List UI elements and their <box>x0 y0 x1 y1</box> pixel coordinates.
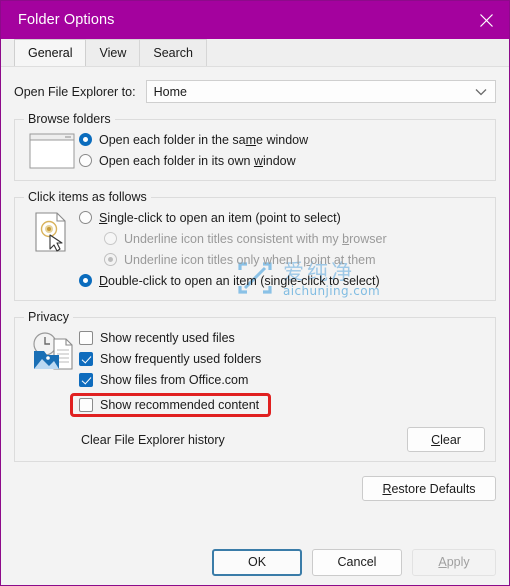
radio-indicator <box>104 253 117 266</box>
checkbox-show-office-files[interactable]: Show files from Office.com <box>79 369 485 390</box>
radio-single-click-label: Single-click to open an item (point to s… <box>99 210 341 225</box>
open-explorer-row: Open File Explorer to: Home <box>14 80 496 103</box>
restore-defaults-accel: R <box>382 481 392 496</box>
radio-underline-on-point: Underline icon titles only when I point … <box>104 249 485 270</box>
radio-open-own-window-label: Open each folder in its own window <box>99 153 296 168</box>
title-bar: Folder Options <box>1 1 509 39</box>
checkbox-show-recently-used-files-label: Show recently used files <box>100 330 235 345</box>
radio-indicator <box>79 133 92 146</box>
apply-accel: A <box>438 555 447 569</box>
radio-indicator <box>79 211 92 224</box>
recent-files-icon <box>25 327 79 373</box>
radio-indicator <box>79 154 92 167</box>
browse-folders-group: Browse folders Open each folder in the s… <box>14 112 496 181</box>
radio-open-own-window[interactable]: Open each folder in its own window <box>79 150 485 171</box>
cancel-button-label: Cancel <box>337 555 377 569</box>
open-explorer-dropdown[interactable]: Home <box>145 80 496 103</box>
checkbox-indicator <box>79 397 93 412</box>
checkbox-show-recommended-content-row: Show recommended content <box>70 392 485 417</box>
checkbox-show-recently-used-files[interactable]: Show recently used files <box>79 327 485 348</box>
apply-button[interactable]: Apply <box>412 548 496 576</box>
tab-general-label: General <box>28 46 73 60</box>
checkbox-show-recommended-content-label: Show recommended content <box>100 397 260 412</box>
radio-double-click-label: Double-click to open an item (single-cli… <box>99 273 380 288</box>
general-tab-panel: 爱纯净 aichunjing.com Open File Explorer to… <box>1 67 509 539</box>
radio-open-same-window[interactable]: Open each folder in the same window <box>79 129 485 150</box>
chevron-down-icon <box>475 85 487 99</box>
checkbox-show-recommended-content[interactable]: Show recommended content <box>79 397 260 412</box>
ok-button-label: OK <box>247 555 267 569</box>
radio-indicator <box>79 274 92 287</box>
restore-defaults-row: Restore Defaults <box>14 476 496 501</box>
radio-underline-on-point-label: Underline icon titles only when I point … <box>124 252 376 267</box>
tab-search[interactable]: Search <box>139 39 207 66</box>
clear-history-row: Clear File Explorer history Clear <box>79 427 485 452</box>
checkbox-show-frequently-used-folders-label: Show frequently used folders <box>100 351 262 366</box>
clear-history-label: Clear File Explorer history <box>81 432 225 447</box>
restore-defaults-button[interactable]: Restore Defaults <box>362 476 496 501</box>
radio-open-same-window-label: Open each folder in the same window <box>99 132 309 147</box>
click-items-legend: Click items as follows <box>24 190 151 204</box>
clear-button[interactable]: Clear <box>407 427 485 452</box>
radio-underline-consistent: Underline icon titles consistent with my… <box>104 228 485 249</box>
radio-indicator <box>104 232 117 245</box>
open-explorer-value: Home <box>153 84 187 99</box>
privacy-legend: Privacy <box>24 310 73 324</box>
click-items-group: Click items as follows Single-click to o… <box>14 190 496 301</box>
cancel-button[interactable]: Cancel <box>312 548 402 576</box>
checkbox-indicator <box>79 351 93 366</box>
radio-double-click[interactable]: Double-click to open an item (single-cli… <box>79 270 485 291</box>
checkbox-show-frequently-used-folders[interactable]: Show frequently used folders <box>79 348 485 369</box>
radio-single-click[interactable]: Single-click to open an item (point to s… <box>79 207 485 228</box>
checkbox-indicator <box>79 330 93 345</box>
window-icon <box>25 129 79 169</box>
restore-defaults-label: estore Defaults <box>391 481 476 496</box>
tab-search-label: Search <box>153 46 193 60</box>
tab-general[interactable]: General <box>14 39 87 66</box>
tab-strip: General View Search <box>1 39 509 67</box>
window-title: Folder Options <box>18 12 115 28</box>
checkbox-show-office-files-label: Show files from Office.com <box>100 372 249 387</box>
checkbox-indicator <box>79 372 93 387</box>
radio-underline-consistent-label: Underline icon titles consistent with my… <box>124 231 387 246</box>
tab-view-label: View <box>99 46 127 60</box>
privacy-group: Privacy Show recently used files Show fr… <box>14 310 496 462</box>
ok-button[interactable]: OK <box>212 548 302 576</box>
close-icon <box>479 13 494 28</box>
tab-view[interactable]: View <box>85 39 141 66</box>
document-pointer-icon <box>25 207 79 253</box>
dialog-footer: OK Cancel Apply <box>1 539 509 585</box>
open-explorer-label: Open File Explorer to: <box>14 84 136 99</box>
apply-button-label: pply <box>446 555 470 569</box>
close-button[interactable] <box>463 1 509 39</box>
clear-button-accel: C <box>431 432 441 447</box>
folder-options-dialog: Folder Options General View Search 爱纯净 a… <box>0 0 510 586</box>
browse-folders-legend: Browse folders <box>24 112 115 126</box>
